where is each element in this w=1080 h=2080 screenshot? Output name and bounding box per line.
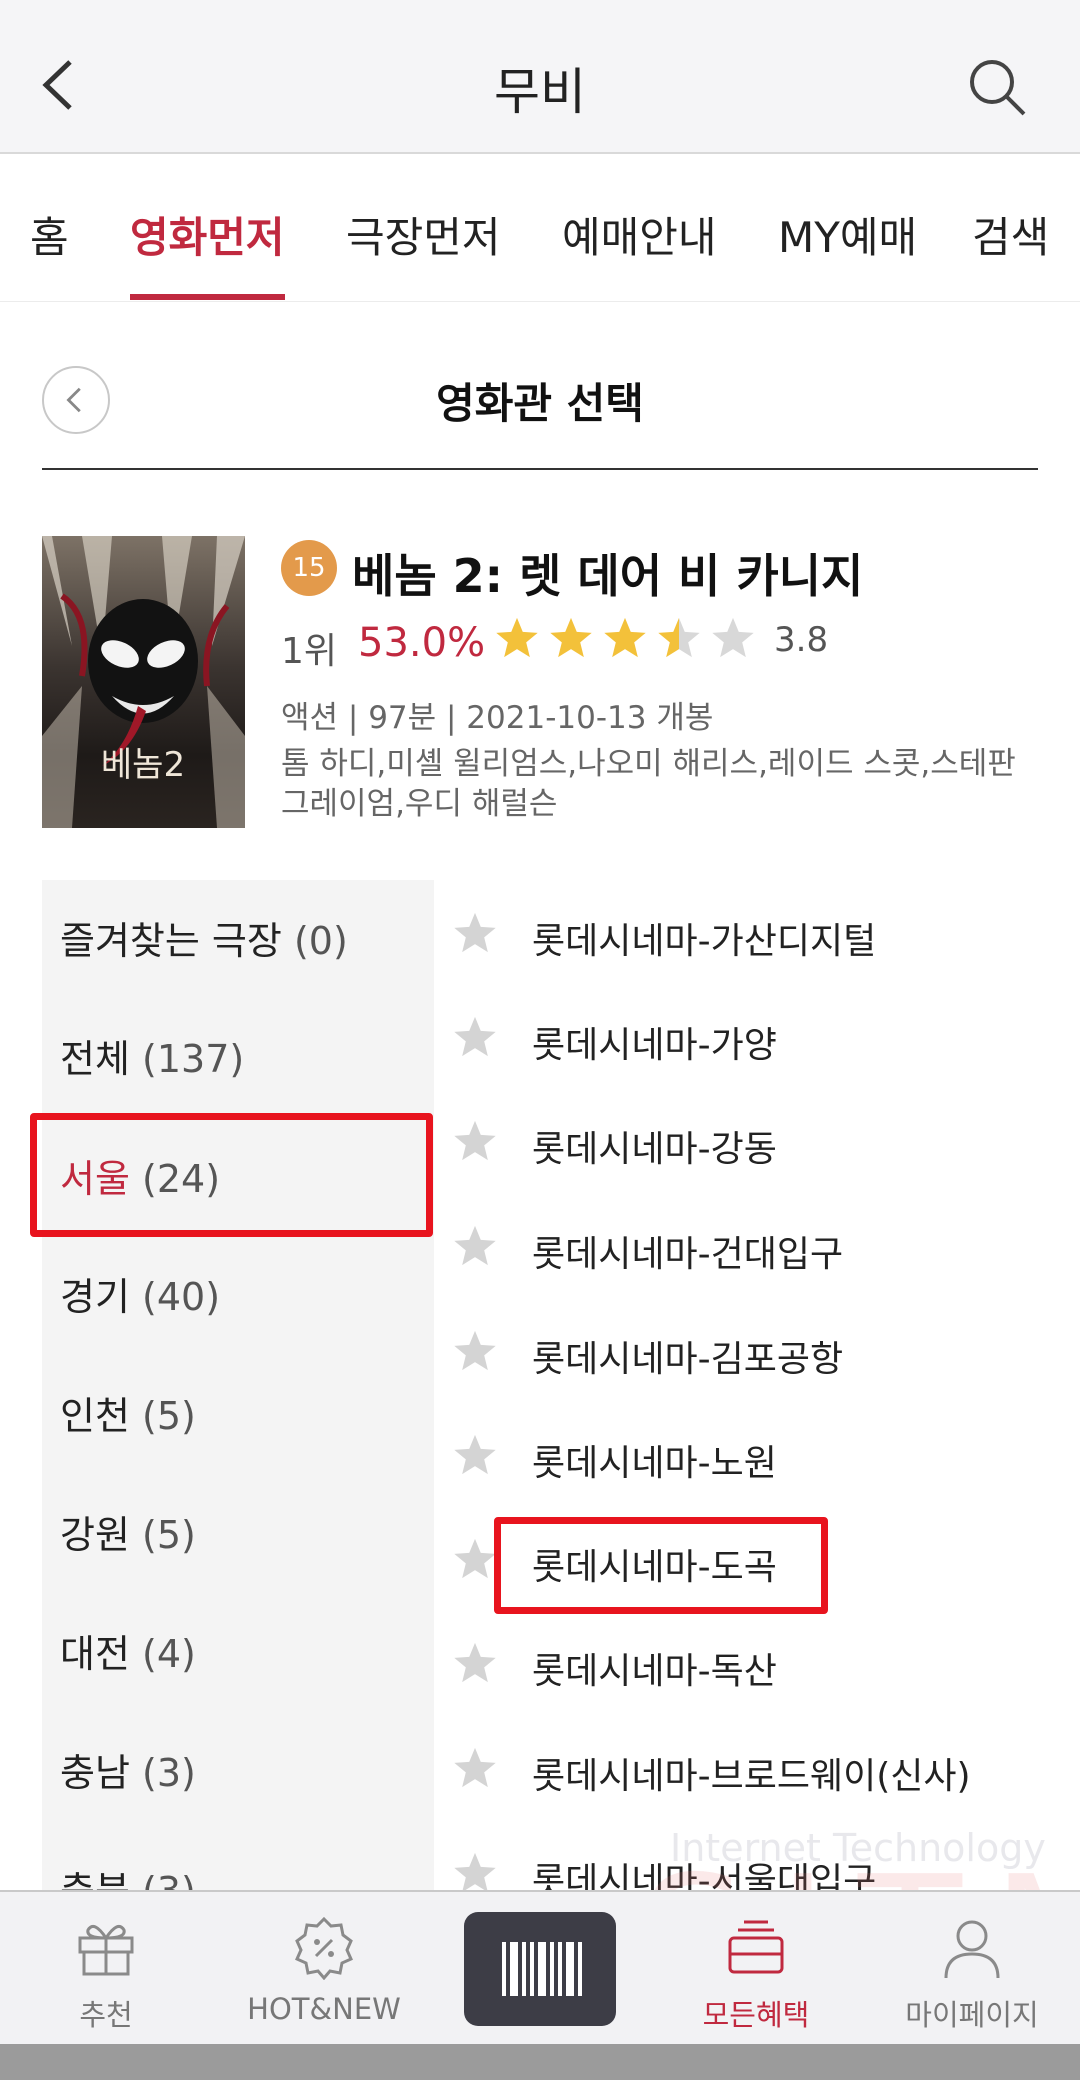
tab-search[interactable]: 검색 — [972, 204, 1049, 265]
star-half-icon — [658, 617, 700, 658]
favorite-star-icon[interactable] — [452, 1118, 498, 1164]
region-item-gyeonggi[interactable]: 경기 (40) — [60, 1266, 220, 1321]
discount-badge-icon — [295, 1916, 353, 1980]
favorite-star-icon[interactable] — [452, 1223, 498, 1269]
movie-title: 베놈 2: 렛 데어 비 카니지 — [352, 549, 864, 603]
tab-my-booking[interactable]: MY예매 — [778, 204, 917, 265]
tab-movie-first[interactable]: 영화먼저 — [130, 204, 285, 265]
theater-name: 롯데시네마-김포공항 — [532, 1339, 844, 1380]
tab-home[interactable]: 홈 — [30, 204, 69, 265]
theater-item[interactable]: 롯데시네마-가산디지털 — [452, 904, 1072, 964]
star-icon — [604, 617, 646, 658]
theater-item[interactable]: 롯데시네마-강동 — [452, 1112, 1072, 1172]
benefits-stack-icon — [728, 1920, 784, 1974]
star-icon — [550, 617, 592, 658]
section-title: 영화관 선택 — [436, 379, 644, 428]
search-icon[interactable] — [966, 56, 1030, 120]
nav-my-page[interactable]: 마이페이지 — [872, 1892, 1072, 2046]
star-icon — [496, 617, 538, 658]
movie-poster: 베놈2 — [42, 536, 245, 828]
app-title: 무비 — [494, 63, 586, 121]
theater-name: 롯데시네마-브로드웨이(신사) — [532, 1756, 971, 1797]
theater-item[interactable]: 롯데시네마-김포공항 — [452, 1322, 1072, 1382]
theater-name: 롯데시네마-독산 — [532, 1651, 777, 1692]
app-bar: 무비 — [0, 0, 1080, 154]
region-item-all[interactable]: 전체 (137) — [60, 1028, 244, 1083]
theater-name: 롯데시네마-가산디지털 — [532, 921, 877, 962]
tab-bar: 홈 영화먼저 극장먼저 예매안내 MY예매 검색 — [0, 156, 1080, 302]
theater-item[interactable]: 롯데시네마-가양 — [452, 1008, 1072, 1068]
theater-item[interactable]: 롯데시네마-브로드웨이(신사) — [452, 1739, 1072, 1799]
favorite-star-icon[interactable] — [452, 1014, 498, 1060]
movie-rank: 1위 — [281, 631, 338, 672]
active-tab-indicator — [130, 294, 285, 300]
region-item-chungnam[interactable]: 충남 (3) — [60, 1742, 196, 1797]
favorite-star-icon[interactable] — [452, 1536, 498, 1582]
poster-title-text: 베놈2 — [101, 745, 185, 785]
region-item-daejeon[interactable]: 대전 (4) — [60, 1623, 196, 1678]
region-item-gangwon[interactable]: 강원 (5) — [60, 1504, 196, 1559]
barcode-icon — [502, 1942, 582, 1996]
movie-cast: 톰 하디,미셸 윌리엄스,나오미 해리스,레이드 스콧,스테판 그레이엄,우디 … — [281, 746, 1016, 822]
age-rating-badge: 15 — [281, 540, 337, 596]
theater-name: 롯데시네마-강동 — [532, 1129, 777, 1170]
highlight-box-dogok — [494, 1517, 828, 1614]
rating-score: 3.8 — [774, 620, 829, 660]
theater-name: 롯데시네마-건대입구 — [532, 1234, 844, 1275]
nav-recommend[interactable]: 추천 — [6, 1892, 206, 2046]
tab-theater-first[interactable]: 극장먼저 — [346, 204, 501, 265]
favorite-star-icon[interactable] — [452, 1432, 498, 1478]
theater-name: 롯데시네마-가양 — [532, 1025, 777, 1066]
person-icon — [944, 1920, 1000, 1979]
theater-name: 롯데시네마-노원 — [532, 1443, 777, 1484]
system-nav-strip — [0, 2044, 1080, 2080]
reservation-rate: 53.0% — [358, 620, 486, 666]
region-item-incheon[interactable]: 인천 (5) — [60, 1385, 196, 1440]
theater-item[interactable]: 롯데시네마-건대입구 — [452, 1217, 1072, 1277]
nav-all-benefits[interactable]: 모든혜택 — [656, 1892, 856, 2046]
favorite-star-icon[interactable] — [452, 1745, 498, 1791]
region-item-favorites[interactable]: 즐겨찾는 극장 (0) — [60, 910, 348, 965]
movie-meta: 액션 | 97분 | 2021-10-13 개봉 — [281, 700, 714, 736]
region-list: 즐겨찾는 극장 (0) 전체 (137) 서울 (24) 경기 (40) 인천 … — [42, 880, 434, 1890]
gift-icon — [78, 1924, 134, 1976]
theater-item[interactable]: 롯데시네마-노원 — [452, 1426, 1072, 1486]
section-divider — [42, 468, 1038, 470]
barcode-button[interactable] — [464, 1912, 616, 2026]
nav-hot-new[interactable]: HOT&NEW — [224, 1892, 424, 2046]
favorite-star-icon[interactable] — [452, 910, 498, 956]
tab-booking-guide[interactable]: 예매안내 — [562, 204, 717, 265]
star-rating — [494, 615, 756, 665]
highlight-box-seoul — [30, 1113, 433, 1237]
theater-item[interactable]: 롯데시네마-독산 — [452, 1634, 1072, 1694]
favorite-star-icon[interactable] — [452, 1640, 498, 1686]
favorite-star-icon[interactable] — [452, 1328, 498, 1374]
star-empty-icon — [712, 617, 754, 658]
region-item-chungbuk[interactable]: 충북 (3) — [60, 1860, 196, 1890]
